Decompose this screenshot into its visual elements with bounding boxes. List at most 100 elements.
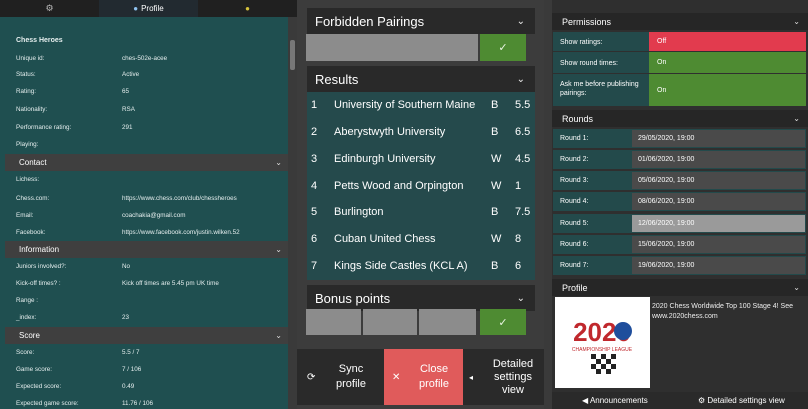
bonus-points-header[interactable]: Bonus points ⌄ bbox=[307, 285, 535, 311]
bonus-points-input[interactable] bbox=[363, 309, 417, 335]
pairings-results-panel: Forbidden Pairings ⌄ ✓ Results ⌄ 1 Unive… bbox=[297, 0, 544, 409]
permission-show-round-times: Show round times: On bbox=[553, 52, 806, 73]
forbidden-pairings-input[interactable] bbox=[306, 34, 478, 61]
result-row[interactable]: 2 Aberystwyth University B 6.5 bbox=[307, 119, 535, 146]
forbidden-pairings-confirm-button[interactable]: ✓ bbox=[480, 34, 526, 61]
round-datetime-input[interactable]: 15/06/2020, 19:00 bbox=[632, 236, 805, 253]
tab-status[interactable]: ● bbox=[198, 0, 297, 17]
close-icon: ✕ bbox=[392, 371, 401, 383]
profile-header[interactable]: Profile ⌄ bbox=[552, 279, 808, 296]
megaphone-icon: ◀ bbox=[582, 396, 590, 405]
score-row-expected-game: Expected game score: 11.76 / 106 bbox=[16, 400, 154, 407]
permission-show-ratings: Show ratings: Off bbox=[553, 32, 806, 51]
chevron-down-icon: ⌄ bbox=[793, 114, 800, 123]
profile-row-performance: Performance rating: 291 bbox=[16, 124, 133, 131]
round-row: Round 3: 05/06/2020, 19:00 bbox=[553, 171, 806, 190]
profile-row-status: Status: Active bbox=[16, 71, 140, 78]
team-logo: 2020 CHAMPIONSHIP LEAGUE bbox=[555, 297, 650, 388]
round-datetime-input[interactable]: 29/05/2020, 19:00 bbox=[632, 130, 805, 147]
result-row[interactable]: 3 Edinburgh University W 4.5 bbox=[307, 146, 535, 173]
bottom-action-bar: ◀ Announcements ⚙ Detailed settings view bbox=[552, 392, 808, 409]
tab-profile[interactable]: ● Profile bbox=[99, 0, 198, 17]
round-datetime-input[interactable]: 19/06/2020, 19:00 bbox=[632, 257, 805, 274]
bonus-points-confirm-button[interactable]: ✓ bbox=[480, 309, 526, 335]
info-row-kickoff: Kick-off times? : Kick off times are 5.4… bbox=[16, 280, 219, 287]
score-row-expected: Expected score: 0.49 bbox=[16, 383, 135, 390]
contact-section-header[interactable]: Contact ⌄ bbox=[5, 154, 288, 171]
toggle-show-ratings[interactable]: Off bbox=[649, 32, 806, 51]
profile-row-unique-id: Unique id: ches-502e-acee bbox=[16, 55, 168, 62]
tab-profile-label: Profile bbox=[141, 4, 164, 13]
result-row[interactable]: 5 Burlington B 7.5 bbox=[307, 199, 535, 226]
contact-row-email: Email: coachakia@gmail.com bbox=[16, 212, 186, 219]
announcements-button[interactable]: ◀ Announcements bbox=[582, 396, 648, 405]
profile-details-panel: ⚙ ● Profile ● Chess Heroes Unique id: ch… bbox=[0, 0, 297, 409]
check-icon: ✓ bbox=[498, 316, 508, 329]
chevron-down-icon: ⌄ bbox=[516, 292, 525, 304]
permissions-header[interactable]: Permissions ⌄ bbox=[552, 13, 808, 30]
chevron-down-icon: ⌄ bbox=[275, 158, 282, 167]
chevron-down-icon: ⌄ bbox=[275, 331, 282, 340]
scrollbar-track[interactable] bbox=[288, 17, 297, 409]
bonus-points-input[interactable] bbox=[306, 309, 361, 335]
tab-settings[interactable]: ⚙ bbox=[0, 0, 99, 17]
bonus-points-input[interactable] bbox=[419, 309, 476, 335]
gear-icon: ⚙ bbox=[45, 3, 54, 13]
round-row: Round 7: 19/06/2020, 19:00 bbox=[553, 256, 806, 275]
round-datetime-input[interactable]: 12/06/2020, 19:00 bbox=[632, 215, 805, 232]
check-icon: ✓ bbox=[498, 42, 508, 54]
toggle-ask-before-publishing[interactable]: On bbox=[649, 74, 806, 106]
chess-league-logo-icon: 2020 CHAMPIONSHIP LEAGUE bbox=[555, 297, 650, 388]
profile-description: 2020 Chess Worldwide Top 100 Stage 4! Se… bbox=[652, 303, 794, 320]
dot-icon: ● bbox=[245, 4, 250, 13]
result-row[interactable]: 4 Petts Wood and Orpington W 1 bbox=[307, 173, 535, 200]
toggle-show-round-times[interactable]: On bbox=[649, 52, 806, 73]
sliders-icon: ◂ bbox=[469, 372, 474, 382]
detailed-settings-link[interactable]: ⚙ Detailed settings view bbox=[698, 396, 785, 405]
score-section-header[interactable]: Score ⌄ bbox=[5, 327, 288, 344]
round-datetime-input[interactable]: 08/06/2020, 19:00 bbox=[632, 193, 805, 210]
result-row[interactable]: 1 University of Southern Maine B 5.5 bbox=[307, 92, 535, 119]
close-profile-button[interactable]: ✕ Close profile bbox=[384, 349, 463, 405]
profile-row-rating: Rating: 65 bbox=[16, 88, 130, 95]
info-row-range: Range : bbox=[16, 297, 39, 304]
permission-ask-before-publishing: Ask me before publishing pairings: On bbox=[553, 74, 806, 106]
settings-panel: Permissions ⌄ Show ratings: Off Show rou… bbox=[552, 0, 808, 409]
contact-row-chesscom: Chess.com: https://www.chess.com/club/ch… bbox=[16, 195, 237, 202]
round-row: Round 1: 29/05/2020, 19:00 bbox=[553, 129, 806, 148]
contact-row-facebook: Facebook: https://www.facebook.com/justi… bbox=[16, 229, 240, 236]
sync-icon: ⟳ bbox=[307, 371, 316, 383]
scrollbar-thumb[interactable] bbox=[290, 40, 295, 70]
score-row-score: Score: 5.5 / 7 bbox=[16, 349, 140, 356]
forbidden-pairings-header[interactable]: Forbidden Pairings ⌄ bbox=[307, 8, 535, 34]
rounds-header[interactable]: Rounds ⌄ bbox=[552, 110, 808, 127]
detailed-settings-view-button[interactable]: ◂ Detailed settings view bbox=[463, 349, 544, 405]
profile-row-nationality: Nationality: RSA bbox=[16, 106, 135, 113]
person-icon: ● bbox=[133, 4, 139, 13]
score-row-game-score: Game score: 7 / 106 bbox=[16, 366, 142, 373]
result-row[interactable]: 7 Kings Side Castles (KCL A) B 6 bbox=[307, 253, 535, 280]
chevron-down-icon: ⌄ bbox=[516, 15, 525, 27]
info-row-juniors: Juniors involved?: No bbox=[16, 263, 131, 270]
chevron-down-icon: ⌄ bbox=[516, 73, 525, 85]
results-header[interactable]: Results ⌄ bbox=[307, 66, 535, 92]
chevron-down-icon: ⌄ bbox=[793, 283, 800, 292]
round-row: Round 6: 15/06/2020, 19:00 bbox=[553, 235, 806, 254]
round-datetime-input[interactable]: 01/06/2020, 19:00 bbox=[632, 151, 805, 168]
chevron-down-icon: ⌄ bbox=[275, 245, 282, 254]
panel-tab-bar: ⚙ ● Profile ● bbox=[0, 0, 297, 17]
team-name: Chess Heroes bbox=[16, 37, 63, 44]
round-row: Round 2: 01/06/2020, 19:00 bbox=[553, 150, 806, 169]
chevron-down-icon: ⌄ bbox=[793, 17, 800, 26]
round-row: Round 5: 12/06/2020, 19:00 bbox=[553, 214, 806, 233]
round-datetime-input[interactable]: 05/06/2020, 19:00 bbox=[632, 172, 805, 189]
information-section-header[interactable]: Information ⌄ bbox=[5, 241, 288, 258]
result-row[interactable]: 6 Cuban United Chess W 8 bbox=[307, 226, 535, 253]
round-row: Round 4: 08/06/2020, 19:00 bbox=[553, 192, 806, 211]
sync-profile-button[interactable]: ⟳ Sync profile bbox=[297, 349, 384, 405]
profile-row-playing: Playing: bbox=[16, 141, 39, 148]
gear-icon: ⚙ bbox=[698, 396, 708, 405]
contact-row-lichess: Lichess: bbox=[16, 176, 40, 183]
info-row-index: _index: 23 bbox=[16, 314, 130, 321]
svg-text:CHAMPIONSHIP LEAGUE: CHAMPIONSHIP LEAGUE bbox=[572, 347, 633, 353]
